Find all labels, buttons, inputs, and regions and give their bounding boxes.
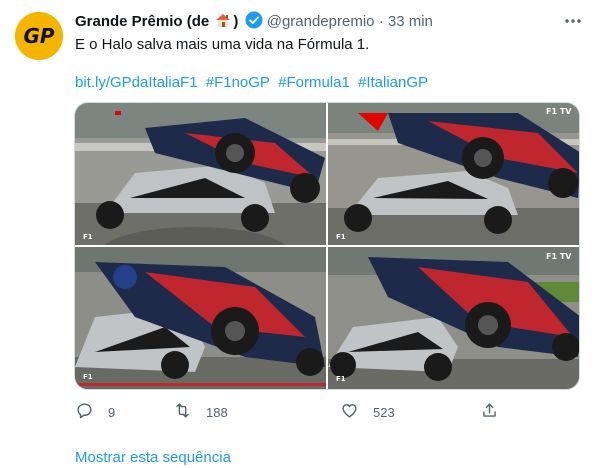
svg-text:F1: F1	[83, 373, 93, 381]
reply-count: 9	[108, 404, 116, 420]
photo-1[interactable]: F1	[75, 103, 326, 245]
svg-text:GP: GP	[23, 24, 54, 48]
reply-button[interactable]: 9	[75, 400, 115, 424]
reply-icon	[75, 401, 94, 423]
svg-text:F1: F1	[336, 375, 346, 383]
hashtag-f1nogp[interactable]: #F1noGP	[206, 74, 270, 91]
more-icon[interactable]	[562, 10, 584, 32]
retweet-button[interactable]: 188	[173, 400, 228, 424]
like-icon	[340, 401, 359, 423]
retweet-count: 188	[206, 404, 228, 420]
svg-text:F1: F1	[336, 233, 346, 241]
house-emoji-icon	[214, 12, 232, 28]
tweet[interactable]: GP Grande Prêmio (de ) @grandepremio · 3…	[0, 0, 598, 466]
author-name[interactable]: Grande Prêmio (de	[75, 13, 209, 30]
verified-badge-icon	[245, 11, 263, 29]
photo-2[interactable]: F1 TV F1	[328, 103, 579, 245]
svg-text:F1 TV: F1 TV	[546, 107, 572, 116]
separator: ·	[378, 13, 384, 30]
timestamp[interactable]: 33 min	[388, 13, 433, 30]
avatar[interactable]: GP	[15, 12, 63, 60]
share-icon	[480, 401, 499, 423]
svg-text:F1: F1	[83, 233, 93, 241]
tweet-links: bit.ly/GPdaItaliaF1 #F1noGP #Formula1 #I…	[75, 73, 432, 93]
svg-text:F1 TV: F1 TV	[546, 252, 572, 261]
photo-4[interactable]: F1 TV F1	[328, 247, 579, 389]
short-link[interactable]: bit.ly/GPdaItaliaF1	[75, 74, 198, 91]
photo-3[interactable]: F1	[75, 247, 326, 389]
author-name-suffix: )	[233, 13, 239, 30]
like-button[interactable]: 523	[340, 400, 395, 424]
tweet-text: E o Halo salva mais uma vida na Fórmula …	[75, 36, 370, 53]
tweet-header: Grande Prêmio (de ) @grandepremio · 33 m…	[75, 11, 585, 31]
hashtag-italiangp[interactable]: #ItalianGP	[358, 74, 428, 91]
retweet-icon	[173, 401, 192, 423]
hashtag-formula1[interactable]: #Formula1	[278, 74, 350, 91]
tweet-actions: 9 188 523	[75, 400, 500, 424]
like-count: 523	[373, 404, 395, 420]
author-handle[interactable]: @grandepremio	[267, 13, 375, 30]
share-button[interactable]	[480, 400, 499, 424]
show-thread-link[interactable]: Mostrar esta sequência	[75, 448, 231, 468]
media-grid: F1 F1 TV F1 F1 F1 TV F1	[74, 102, 580, 390]
